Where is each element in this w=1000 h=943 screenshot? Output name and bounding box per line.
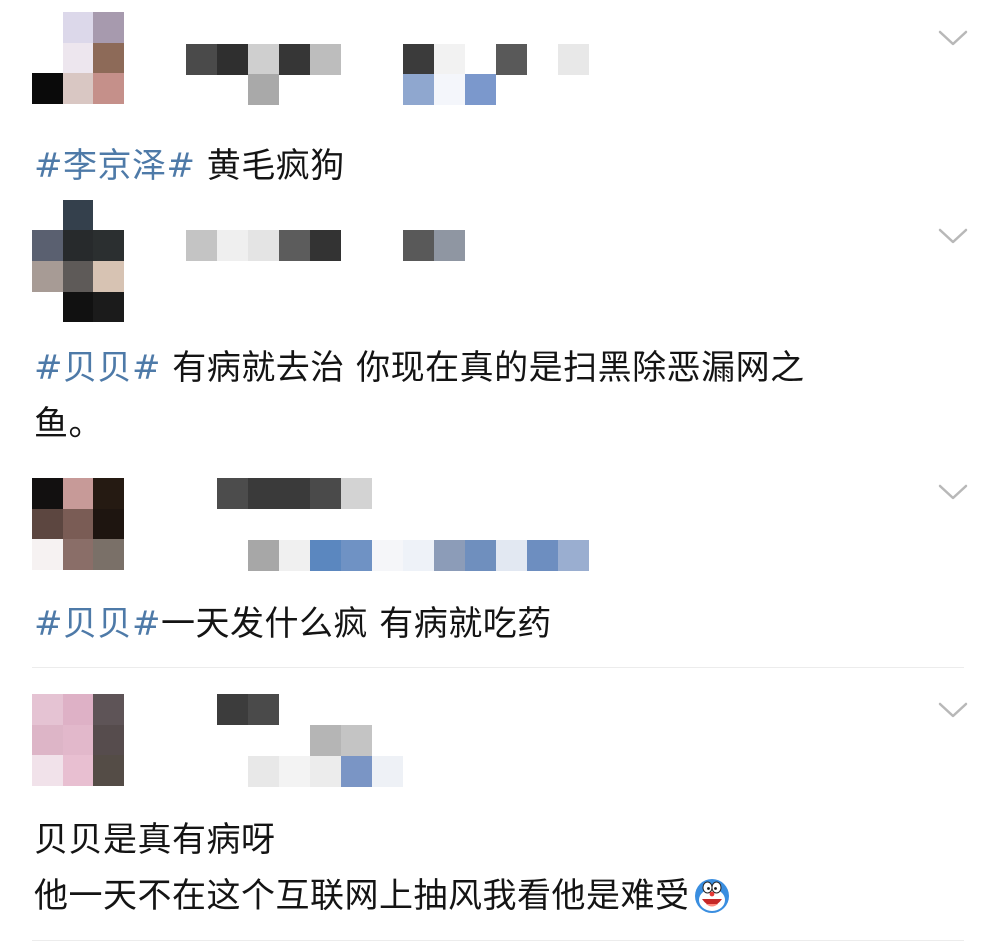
chevron-down-icon[interactable] [938, 28, 968, 48]
username-blurred-2[interactable] [310, 725, 372, 756]
divider [32, 940, 964, 941]
comment-text: #贝贝#一天发什么疯 有病就吃药 [34, 596, 934, 652]
chevron-down-icon[interactable] [938, 482, 968, 502]
comment-text: #贝贝# 有病就去治 你现在真的是扫黑除恶漏网之 鱼。 [34, 340, 934, 452]
comment-body: 有病就去治 你现在真的是扫黑除恶漏网之 [160, 348, 805, 388]
username-blurred[interactable] [186, 44, 341, 75]
comment-body: 一天发什么疯 有病就吃药 [160, 604, 552, 644]
comment-body: 黄毛疯狗 [195, 146, 345, 186]
hashtag-link[interactable]: #贝贝# [34, 604, 161, 644]
username-blurred[interactable] [217, 478, 372, 509]
comment-body-line2: 他一天不在这个互联网上抽风我看他是难受 [34, 876, 690, 916]
meta-blurred [248, 540, 589, 571]
hashtag-link[interactable]: #贝贝# [34, 348, 161, 388]
username-blurred-2[interactable] [403, 44, 589, 75]
avatar[interactable] [32, 200, 124, 322]
comment-text: 贝贝是真有病呀 他一天不在这个互联网上抽风我看他是难受 [34, 812, 934, 924]
avatar[interactable] [32, 478, 124, 570]
divider [32, 667, 964, 668]
comment-feed: #李京泽# 黄毛疯狗 #贝贝# 有病就去治 你现在真的是扫黑除恶漏网之 鱼。 #… [0, 0, 1000, 943]
comment-body-line2: 鱼。 [34, 404, 103, 444]
username-blurred[interactable] [217, 694, 279, 725]
meta-blurred-2 [403, 74, 496, 105]
avatar[interactable] [32, 12, 124, 104]
username-blurred-2[interactable] [403, 230, 465, 261]
comment-body: 贝贝是真有病呀 [34, 820, 276, 860]
username-blurred[interactable] [186, 230, 341, 261]
comment-text: #李京泽# 黄毛疯狗 [34, 138, 934, 194]
hashtag-link[interactable]: #李京泽# [34, 146, 195, 186]
doraemon-emoji-icon [692, 875, 732, 915]
meta-blurred [248, 756, 403, 787]
avatar[interactable] [32, 694, 124, 786]
chevron-down-icon[interactable] [938, 700, 968, 720]
chevron-down-icon[interactable] [938, 226, 968, 246]
meta-blurred [248, 74, 279, 105]
